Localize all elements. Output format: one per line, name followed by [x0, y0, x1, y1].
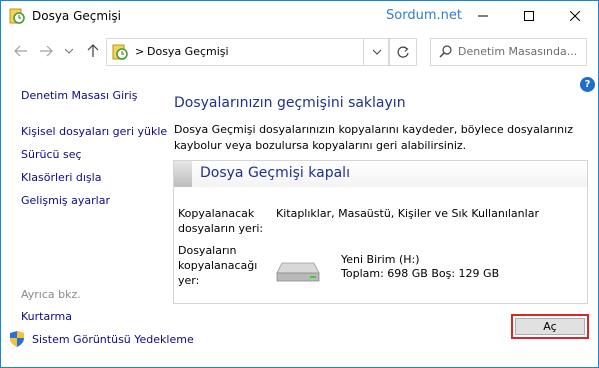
- shield-icon: [10, 331, 24, 347]
- copy-to-label-line3: yer:: [178, 274, 200, 287]
- copy-from-value: Kitaplıklar, Masaüstü, Kişiler ve Sık Ku…: [276, 207, 539, 220]
- close-button[interactable]: [552, 1, 598, 31]
- up-button[interactable]: [85, 43, 101, 59]
- hard-drive-icon: [276, 262, 320, 282]
- file-history-icon: [9, 8, 25, 24]
- status-panel-header: Dosya Geçmişi kapalı: [174, 161, 587, 187]
- search-box[interactable]: Denetim Masasında...: [430, 38, 587, 66]
- sidebar-item-select-drive[interactable]: Sürücü seç: [21, 148, 82, 161]
- help-button[interactable]: ?: [580, 77, 595, 92]
- address-bar[interactable]: > Dosya Geçmişi: [106, 38, 389, 66]
- sidebar-item-advanced-settings[interactable]: Gelişmiş ayarlar: [21, 194, 110, 207]
- window-title: Dosya Geçmişi: [32, 9, 121, 23]
- search-placeholder: Denetim Masasında...: [458, 45, 578, 58]
- sidebar-item-exclude-folders[interactable]: Klasörleri dışla: [21, 171, 101, 184]
- arrow-left-icon: [14, 45, 27, 57]
- see-also-heading: Ayrıca bkz.: [21, 288, 81, 301]
- chevron-down-icon: [65, 48, 73, 54]
- navigation-bar: > Dosya Geçmişi Denetim Masasında...: [1, 31, 598, 73]
- arrow-up-icon: [87, 44, 99, 57]
- turn-on-button-highlight: Aç: [511, 314, 589, 339]
- arrow-right-icon: [40, 45, 53, 57]
- copy-from-label-line1: Kopyalanacak: [178, 207, 255, 220]
- title-bar: Dosya Geçmişi Sordum.net: [1, 1, 598, 31]
- chevron-down-icon: [372, 49, 381, 55]
- page-heading: Dosyalarınızın geçmişini saklayın: [174, 95, 406, 111]
- search-icon: [439, 45, 452, 58]
- forward-button[interactable]: [38, 43, 54, 59]
- minimize-button[interactable]: [460, 1, 506, 31]
- sidebar-item-restore-personal-files[interactable]: Kişisel dosyaları geri yükle: [21, 125, 167, 138]
- copy-to-label-line1: Dosyaların: [178, 244, 237, 257]
- page-description: Dosya Geçmişi dosyalarınızın kopyalarını…: [174, 123, 573, 152]
- minimize-icon: [478, 15, 488, 17]
- breadcrumb-item[interactable]: Dosya Geçmişi: [147, 45, 229, 58]
- recent-locations-button[interactable]: [63, 43, 75, 59]
- copy-from-label-line2: dosyaların yeri:: [178, 222, 264, 235]
- drive-name: Yeni Birim (H:): [341, 253, 420, 266]
- maximize-icon: [524, 11, 534, 21]
- maximize-button[interactable]: [506, 1, 552, 31]
- watermark-text: Sordum.net: [386, 8, 462, 23]
- back-button[interactable]: [13, 43, 29, 59]
- sidebar-item-control-panel-home[interactable]: Denetim Masası Giriş: [21, 89, 137, 102]
- address-dropdown-button[interactable]: [363, 38, 389, 66]
- status-title: Dosya Geçmişi kapalı: [200, 165, 350, 181]
- file-history-icon: [112, 44, 128, 60]
- copy-to-label-line2: kopyalanacağı: [178, 259, 258, 272]
- breadcrumb-separator[interactable]: >: [135, 45, 144, 58]
- sidebar-item-recovery[interactable]: Kurtarma: [21, 310, 72, 323]
- sidebar-item-system-image-backup[interactable]: Sistem Görüntüsü Yedekleme: [32, 333, 194, 346]
- file-history-window: Dosya Geçmişi Sordum.net > Dosya Geçmişi…: [0, 0, 599, 368]
- status-indicator-bar: [174, 161, 192, 187]
- refresh-icon: [397, 46, 409, 58]
- close-icon: [570, 11, 580, 21]
- turn-on-button[interactable]: Aç: [515, 318, 585, 335]
- refresh-button[interactable]: [389, 38, 417, 66]
- drive-space: Toplam: 698 GB Boş: 129 GB: [341, 267, 500, 280]
